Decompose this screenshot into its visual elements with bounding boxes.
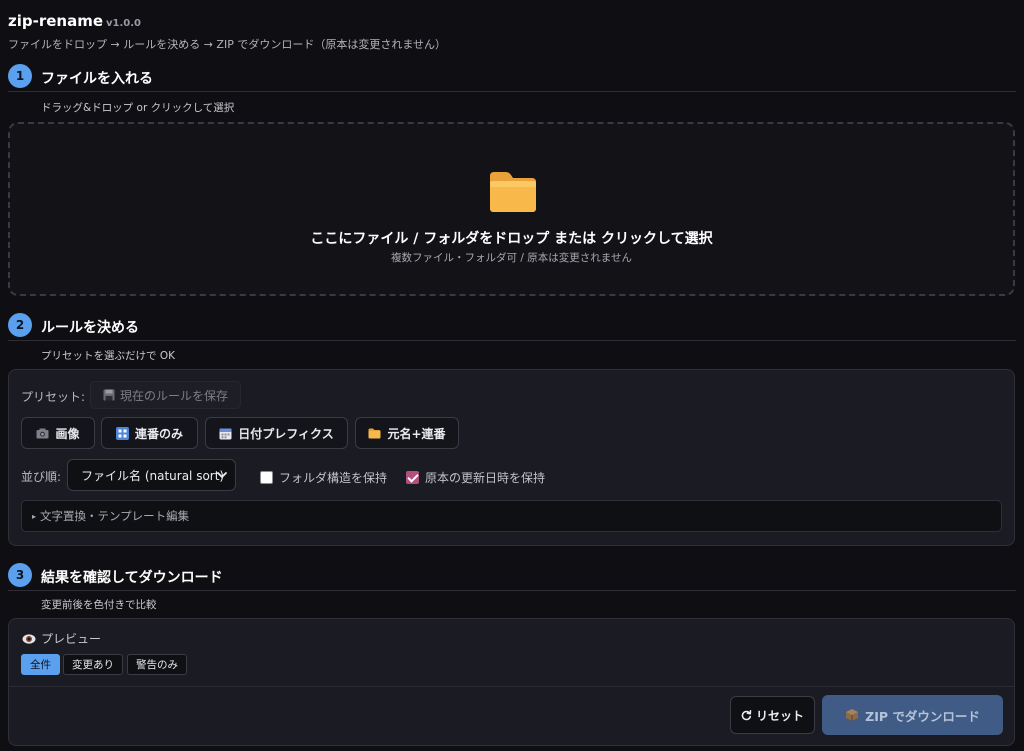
folder-icon: [490, 172, 536, 212]
preview-header: プレビュー: [22, 630, 101, 647]
dropzone-main-text: ここにファイル / フォルダをドロップ または クリックして選択: [310, 231, 713, 247]
keep-folder-structure-option[interactable]: フォルダ構造を保持: [260, 469, 387, 486]
disclosure-triangle-icon: ▸: [32, 511, 37, 521]
keep-mtime-label: 原本の更新日時を保持: [425, 471, 546, 485]
preset-photo-label: 画像: [55, 426, 80, 441]
keep-folder-structure-checkbox[interactable]: [260, 471, 273, 484]
refresh-icon: [741, 709, 752, 720]
sort-order-select[interactable]: ファイル名 (natural sort): [67, 459, 236, 491]
numbers-icon: [115, 426, 129, 440]
file-dropzone[interactable]: ここにファイル / フォルダをドロップ または クリックして選択 複数ファイル・…: [8, 122, 1015, 296]
step2-title: ルールを決める: [41, 320, 139, 336]
keep-mtime-checkbox[interactable]: [406, 471, 419, 484]
text-replace-template-details[interactable]: ▸ 文字置換・テンプレート編集: [21, 500, 1002, 532]
save-rule-button[interactable]: 現在のルールを保存: [90, 381, 242, 409]
step1-subtitle: ドラッグ&ドロップ or クリックして選択: [41, 102, 235, 114]
preview-panel: プレビュー 全件 変更あり 警告のみ リセット ZIP でダウンロード: [8, 618, 1015, 746]
keep-folder-structure-label: フォルダ構造を保持: [279, 471, 388, 485]
preview-divider: [9, 686, 1014, 687]
rules-panel: プリセット: 現在のルールを保存 画像 連番のみ 日付プレフィクス 元名+連番 …: [8, 369, 1015, 546]
reset-button[interactable]: リセット: [730, 696, 815, 734]
dropzone-sub-text: 複数ファイル・フォルダ可 / 原本は変更されません: [391, 252, 632, 264]
step3-subtitle: 変更前後を色付きで比較: [41, 599, 157, 611]
app-header: zip-rename v1.0.0: [8, 12, 141, 30]
filter-all-button[interactable]: 全件: [21, 654, 60, 675]
step3-header: 3 結果を確認してダウンロード: [8, 563, 1016, 591]
preview-label: プレビュー: [41, 632, 102, 646]
filter-warnings-button[interactable]: 警告のみ: [127, 654, 187, 675]
step2-subtitle: プリセットを選ぶだけで OK: [41, 350, 175, 362]
reset-label: リセット: [755, 708, 804, 723]
zip-download-label: ZIP でダウンロード: [865, 708, 980, 724]
sort-order-value: ファイル名 (natural sort): [81, 468, 225, 483]
save-rule-label: 現在のルールを保存: [120, 388, 229, 403]
calendar-icon: [219, 428, 232, 439]
filter-changed-button[interactable]: 変更あり: [63, 654, 123, 675]
zip-download-button[interactable]: ZIP でダウンロード: [822, 695, 1003, 735]
floppy-disk-icon: [103, 389, 115, 401]
app-subtitle: ファイルをドロップ → ルールを決める → ZIP でダウンロード（原本は変更さ…: [8, 38, 446, 51]
step3-number-badge: 3: [8, 563, 32, 587]
step1-header: 1 ファイルを入れる: [8, 64, 1016, 92]
chevron-down-icon: [217, 472, 227, 478]
preset-original-numbered-button[interactable]: 元名+連番: [355, 417, 459, 449]
preset-numbers-button[interactable]: 連番のみ: [101, 417, 198, 449]
preset-photo-button[interactable]: 画像: [21, 417, 95, 449]
preset-label: プリセット:: [21, 390, 86, 404]
package-icon: [846, 709, 859, 721]
preset-original-numbered-label: 元名+連番: [387, 426, 446, 441]
step2-header: 2 ルールを決める: [8, 313, 1016, 341]
step2-number-badge: 2: [8, 313, 32, 337]
eye-icon: [22, 633, 36, 644]
preset-numbers-label: 連番のみ: [134, 426, 183, 441]
step1-number-badge: 1: [8, 64, 32, 88]
preset-date-prefix-button[interactable]: 日付プレフィクス: [205, 417, 348, 449]
app-title: zip-rename: [8, 12, 104, 30]
step1-title: ファイルを入れる: [41, 71, 153, 87]
sort-order-label: 並び順:: [21, 470, 62, 484]
folder-icon: [368, 428, 381, 438]
step3-title: 結果を確認してダウンロード: [41, 570, 223, 586]
text-replace-template-label: 文字置換・テンプレート編集: [40, 509, 190, 523]
photo-icon: [36, 428, 49, 438]
keep-mtime-option[interactable]: 原本の更新日時を保持: [406, 469, 545, 486]
preset-date-prefix-label: 日付プレフィクス: [238, 426, 334, 441]
app-version: v1.0.0: [106, 18, 142, 29]
